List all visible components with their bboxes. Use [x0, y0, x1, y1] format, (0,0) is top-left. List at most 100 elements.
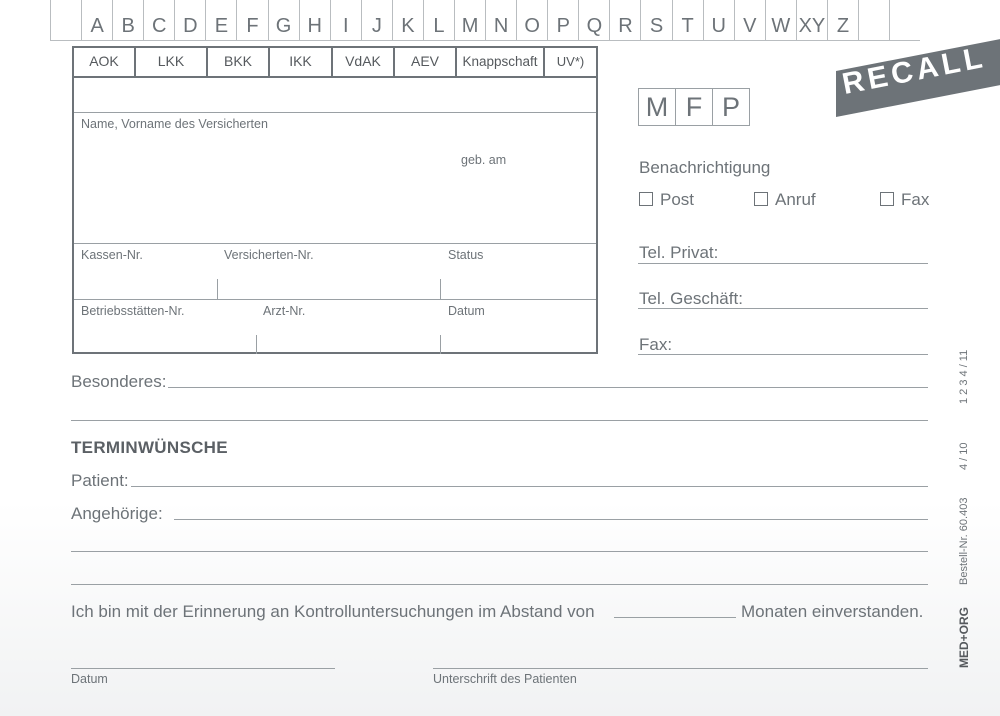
alphabet-letter[interactable]: I	[329, 0, 361, 40]
brand-logo: MED+ORG	[957, 606, 971, 668]
insurer-ikk[interactable]: IKK	[270, 48, 333, 76]
angehoerige-label: Angehörige:	[71, 504, 163, 523]
terminwuensche-heading: TERMINWÜNSCHE	[71, 438, 228, 457]
alphabet-letter-label: V	[743, 15, 757, 37]
option-fax[interactable]: Fax	[880, 190, 929, 210]
alphabet-letter-label: E	[214, 15, 229, 37]
consent-text-after: Monaten einverstanden.	[741, 602, 924, 621]
divider	[74, 112, 596, 113]
versicherten-nr-label: Versicherten-Nr.	[224, 248, 314, 262]
alphabet-letter[interactable]: N	[485, 0, 516, 40]
alphabet-letter-label: P	[556, 15, 570, 37]
alphabet-letter-label: M	[461, 15, 479, 37]
alphabet-letter[interactable]: Z	[826, 0, 858, 40]
insurer-uv[interactable]: UV*)	[545, 48, 596, 76]
extra-line-2[interactable]	[71, 584, 928, 585]
insurer-aev[interactable]: AEV	[395, 48, 457, 76]
alphabet-letter-label: J	[371, 15, 382, 37]
alphabet-letter[interactable]: P	[547, 0, 578, 40]
option-label: Anruf	[775, 190, 816, 209]
alphabet-letter[interactable]: H	[298, 0, 330, 40]
datum-label: Datum	[448, 304, 485, 318]
signature-label: Unterschrift des Patienten	[433, 672, 577, 686]
besonderes-label: Besonderes:	[71, 372, 167, 391]
alphabet-letter[interactable]: W	[764, 0, 796, 40]
divider	[256, 335, 257, 354]
patient-label: Patient:	[71, 471, 129, 490]
datum-signature-line[interactable]	[71, 668, 335, 669]
alphabet-letter-label: S	[649, 15, 664, 37]
form-code-2: 1 2 3 4 / 11	[958, 349, 970, 404]
alphabet-letter-label: C	[152, 15, 167, 37]
alphabet-letter-label: H	[307, 15, 322, 37]
alphabet-letter-label: K	[401, 15, 415, 37]
divider	[440, 335, 441, 354]
alphabet-letter[interactable]: J	[360, 0, 392, 40]
insurer-aok[interactable]: AOK	[74, 48, 136, 76]
angehoerige-line[interactable]	[174, 519, 928, 520]
mfp-m[interactable]: M	[639, 89, 676, 125]
option-post[interactable]: Post	[639, 190, 694, 210]
status-label: Status	[448, 248, 484, 262]
checkbox[interactable]	[639, 192, 653, 206]
alphabet-letter[interactable]: L	[422, 0, 454, 40]
alphabet-letter[interactable]: O	[516, 0, 547, 40]
fax-line[interactable]	[638, 354, 928, 355]
alphabet-letter[interactable]: Q	[578, 0, 609, 40]
arzt-nr-label: Arzt-Nr.	[263, 304, 306, 318]
alphabet-letter-label: R	[618, 15, 633, 37]
insurer-knappschaft[interactable]: Knappschaft	[457, 48, 545, 76]
alphabet-letter-label: G	[275, 15, 292, 37]
insurer-lkk[interactable]: LKK	[136, 48, 208, 76]
alphabet-blank-cell[interactable]	[889, 0, 920, 40]
alphabet-index-strip: A B C D E F G H I J K L M N O P Q R S T U V W XY Z	[50, 0, 920, 41]
alphabet-blank-cell[interactable]	[858, 0, 889, 40]
checkbox[interactable]	[754, 192, 768, 206]
alphabet-letter[interactable]: XY	[795, 0, 827, 40]
divider	[74, 299, 596, 300]
alphabet-letter[interactable]: D	[174, 0, 205, 40]
alphabet-letter[interactable]: K	[391, 0, 423, 40]
alphabet-letter[interactable]: B	[112, 0, 143, 40]
tel-privat-line[interactable]	[638, 263, 928, 264]
mfp-p[interactable]: P	[713, 89, 749, 125]
alphabet-letter[interactable]: M	[454, 0, 485, 40]
alphabet-letter[interactable]: G	[267, 0, 299, 40]
alphabet-letter-label: W	[771, 15, 791, 37]
mfp-f[interactable]: F	[676, 89, 713, 125]
alphabet-letter[interactable]: A	[81, 0, 112, 40]
option-anruf[interactable]: Anruf	[754, 190, 816, 210]
consent-text-before: Ich bin mit der Erinnerung an Kontrollun…	[71, 602, 595, 621]
alphabet-letter[interactable]: E	[205, 0, 236, 40]
alphabet-letter-label: I	[342, 15, 349, 37]
alphabet-letter[interactable]: U	[702, 0, 734, 40]
signature-datum-label: Datum	[71, 672, 108, 686]
besonderes-line[interactable]	[168, 387, 928, 388]
insurer-bkk[interactable]: BKK	[208, 48, 270, 76]
patient-line[interactable]	[131, 486, 928, 487]
alphabet-letter[interactable]: S	[640, 0, 671, 40]
order-number: Bestell-Nr. 60.403	[958, 497, 970, 585]
alphabet-letter[interactable]: V	[733, 0, 765, 40]
alphabet-letter-label: L	[433, 15, 445, 37]
alphabet-letter[interactable]: R	[609, 0, 640, 40]
tel-geschaeft-line[interactable]	[638, 308, 928, 309]
alphabet-blank-cell[interactable]	[50, 0, 81, 40]
mfp-boxes: M F P	[638, 88, 750, 126]
patient-signature-line[interactable]	[433, 668, 928, 669]
months-input-line[interactable]	[614, 617, 736, 618]
dob-label: geb. am	[461, 153, 507, 167]
insurer-header-row: AOK LKK BKK IKK VdAK AEV Knappschaft UV*…	[74, 48, 596, 78]
alphabet-letter-label: XY	[798, 15, 826, 37]
alphabet-letter[interactable]: F	[236, 0, 267, 40]
fax-label: Fax:	[639, 335, 673, 354]
checkbox[interactable]	[880, 192, 894, 206]
alphabet-letter[interactable]: T	[671, 0, 703, 40]
extra-line-1[interactable]	[71, 551, 928, 552]
alphabet-letter[interactable]: C	[143, 0, 174, 40]
besonderes-line-2[interactable]	[71, 420, 928, 421]
insurer-vdak[interactable]: VdAK	[333, 48, 395, 76]
betriebsstaetten-nr-label: Betriebsstätten-Nr.	[81, 304, 185, 318]
tel-geschaeft-label: Tel. Geschäft:	[639, 289, 743, 308]
alphabet-letter-label: F	[246, 15, 259, 37]
